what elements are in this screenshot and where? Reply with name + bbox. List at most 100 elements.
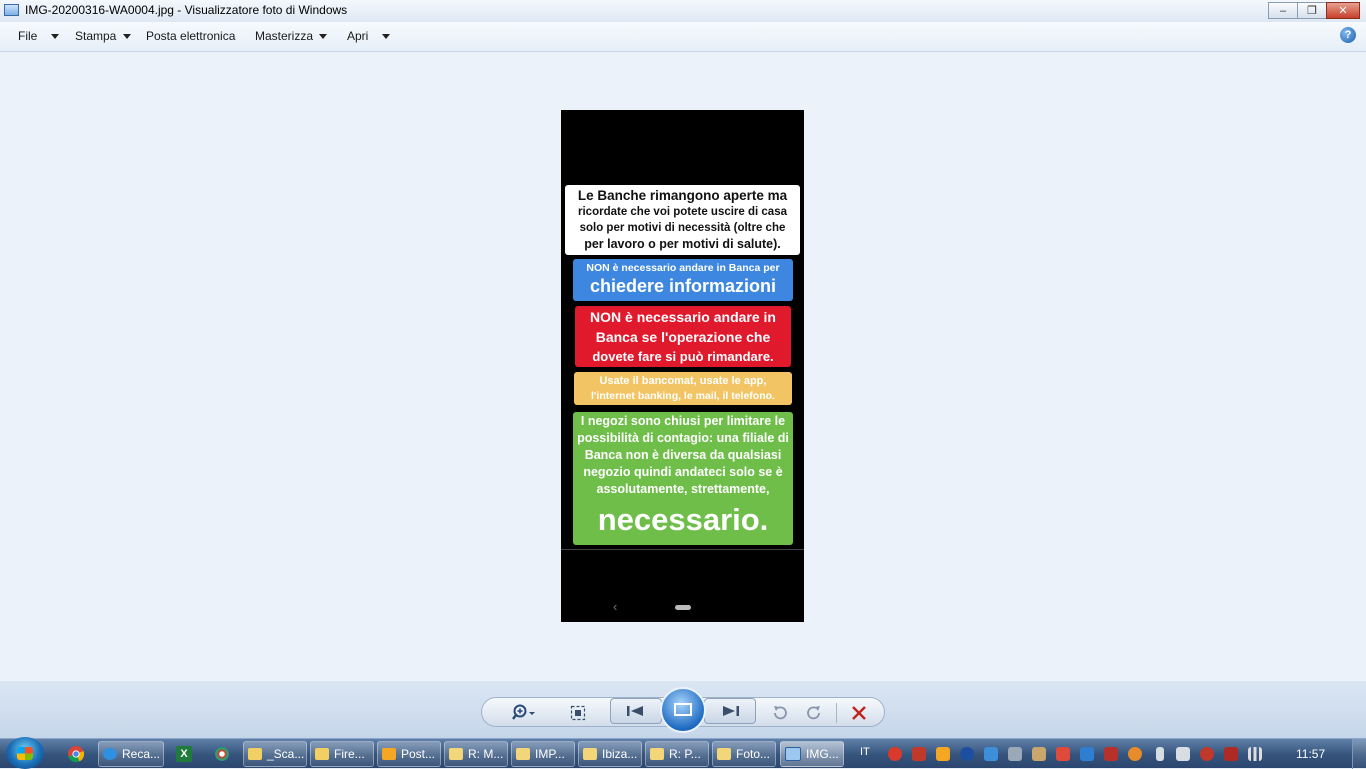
excel-pinned-button[interactable]: X (164, 742, 204, 766)
menu-masterizza[interactable]: Masterizza (255, 29, 313, 43)
tools-icon[interactable] (1032, 747, 1046, 761)
card-information: NON è necessario andare in Banca per chi… (573, 259, 793, 301)
card-use-digital: Usate il bancomat, usate le app, l'inter… (574, 372, 792, 405)
next-button[interactable] (704, 698, 756, 724)
menu-apri[interactable]: Apri (347, 29, 368, 43)
card-line: chiedere informazioni (589, 276, 777, 296)
taskbar-item-recall[interactable]: Reca... (98, 741, 164, 767)
back-icon: ‹ (613, 599, 618, 614)
minimize-button[interactable]: – (1268, 2, 1298, 19)
signal-icon[interactable] (1248, 747, 1262, 761)
card-line: necessario. (597, 502, 769, 537)
chrome-pinned-button[interactable] (56, 742, 96, 766)
chevron-down-icon[interactable] (319, 34, 327, 39)
taskbar-item-label: R: P... (669, 747, 701, 761)
ie-icon (103, 748, 117, 760)
cloud-icon[interactable] (1128, 747, 1142, 761)
battery-icon[interactable] (1156, 747, 1164, 761)
show-desktop-button[interactable] (1352, 739, 1366, 769)
language-indicator[interactable]: IT (860, 746, 870, 758)
card-line: NON è necessario andare in (590, 309, 776, 325)
taskbar-item-label: IMP... (535, 747, 565, 761)
delete-icon (852, 706, 866, 720)
taskbar-item-label: Reca... (122, 747, 161, 761)
card-line: Le Banche rimangono aperte ma (577, 188, 788, 203)
card-line: Banca non è diversa da qualsiasi (584, 448, 782, 462)
taskbar-item-label: IMG... (806, 747, 839, 761)
taskbar-item-mail-2[interactable]: IMP... (511, 741, 575, 767)
card-line: per lavoro o per motivi di salute). (584, 237, 781, 251)
menu-stampa[interactable]: Stampa (75, 29, 116, 43)
delete-button[interactable] (847, 703, 871, 723)
sync-icon[interactable] (1080, 747, 1094, 761)
windows-logo-icon (17, 747, 33, 760)
taskbar-item-label: Ibiza... (602, 747, 638, 761)
photo-viewer-icon (785, 747, 801, 761)
rotate-left-icon (774, 706, 787, 720)
network-error-icon[interactable] (1104, 747, 1118, 761)
antivirus-icon[interactable] (888, 747, 902, 761)
taskbar-item-label: Fire... (334, 747, 365, 761)
taskbar-item-scan-folder[interactable]: _Sca... (243, 741, 307, 767)
excel-icon: X (176, 746, 192, 762)
displayed-photo: Le Banche rimangono aperte ma ricordate … (561, 110, 804, 622)
actual-size-button[interactable] (566, 703, 590, 723)
menu-posta-elettronica[interactable]: Posta elettronica (146, 29, 235, 43)
flag-icon[interactable] (1056, 747, 1070, 761)
card-postpone: NON è necessario andare in Banca se l'op… (575, 306, 791, 367)
previous-button[interactable] (610, 698, 662, 724)
photo-viewer-icon (4, 4, 19, 16)
card-line: negozio quindi andateci solo se è (583, 465, 783, 479)
mail-icon (650, 748, 664, 760)
taskbar-item-photo-viewer[interactable]: IMG... (780, 741, 844, 767)
outlook-tray-icon[interactable] (936, 747, 950, 761)
language-bar-icon[interactable] (912, 747, 926, 761)
taskbar-item-fire-folder[interactable]: Fire... (310, 741, 374, 767)
folder-icon (315, 748, 329, 760)
alert-icon[interactable] (1200, 747, 1214, 761)
card-line: Usate il bancomat, usate le app, (599, 375, 767, 387)
help-icon[interactable]: ? (1340, 27, 1356, 43)
taskbar-item-mail-3[interactable]: Ibiza... (578, 741, 642, 767)
card-line: ricordate che voi potete uscire di casa (578, 206, 787, 218)
viewer-controls (0, 681, 1366, 738)
next-icon (723, 706, 739, 716)
bluetooth-icon[interactable] (960, 747, 974, 761)
taskbar-item-label: _Sca... (267, 747, 305, 761)
slideshow-button[interactable] (660, 687, 706, 733)
chevron-down-icon[interactable] (123, 34, 131, 39)
zoom-button[interactable] (508, 703, 542, 723)
taskbar-item-mail-5[interactable]: Foto... (712, 741, 776, 767)
card-line: dovete fare si può rimandare. (592, 349, 774, 364)
volume-icon[interactable] (1176, 747, 1190, 761)
security-shield-icon[interactable] (984, 747, 998, 761)
maximize-button[interactable]: ❐ (1297, 2, 1327, 19)
mail-icon (449, 748, 463, 760)
start-button[interactable] (6, 737, 44, 769)
close-button[interactable]: ✕ (1326, 2, 1360, 19)
taskbar-item-mail-4[interactable]: R: P... (645, 741, 709, 767)
chevron-down-icon[interactable] (51, 34, 59, 39)
previous-icon (627, 706, 643, 716)
taskbar-item-outlook[interactable]: Post... (377, 741, 441, 767)
card-line: possibilità di contagio: una filiale di (577, 431, 789, 445)
slideshow-icon (674, 703, 692, 716)
paint-pinned-button[interactable] (202, 742, 242, 766)
clock[interactable]: 11:57 (1296, 747, 1325, 761)
divider (836, 703, 837, 723)
action-center-icon[interactable] (1224, 747, 1238, 761)
taskbar: Reca... X _Sca... Fire... Post... R: M..… (0, 737, 1366, 769)
card-line: Banca se l'operazione che (595, 329, 771, 345)
card-line: I negozi sono chiusi per limitare le (580, 414, 786, 428)
card-line: l'internet banking, le mail, il telefono… (591, 390, 775, 402)
chevron-down-icon[interactable] (382, 34, 390, 39)
rotate-right-button[interactable] (802, 703, 826, 723)
card-line: NON è necessario andare in Banca per (586, 262, 780, 274)
window-title: IMG-20200316-WA0004.jpg - Visualizzatore… (25, 3, 348, 17)
device-icon[interactable] (1008, 747, 1022, 761)
taskbar-item-mail-1[interactable]: R: M... (444, 741, 508, 767)
rotate-left-button[interactable] (768, 703, 792, 723)
outlook-icon (382, 748, 396, 760)
paint-icon (215, 747, 229, 761)
menu-file[interactable]: File (18, 29, 37, 43)
